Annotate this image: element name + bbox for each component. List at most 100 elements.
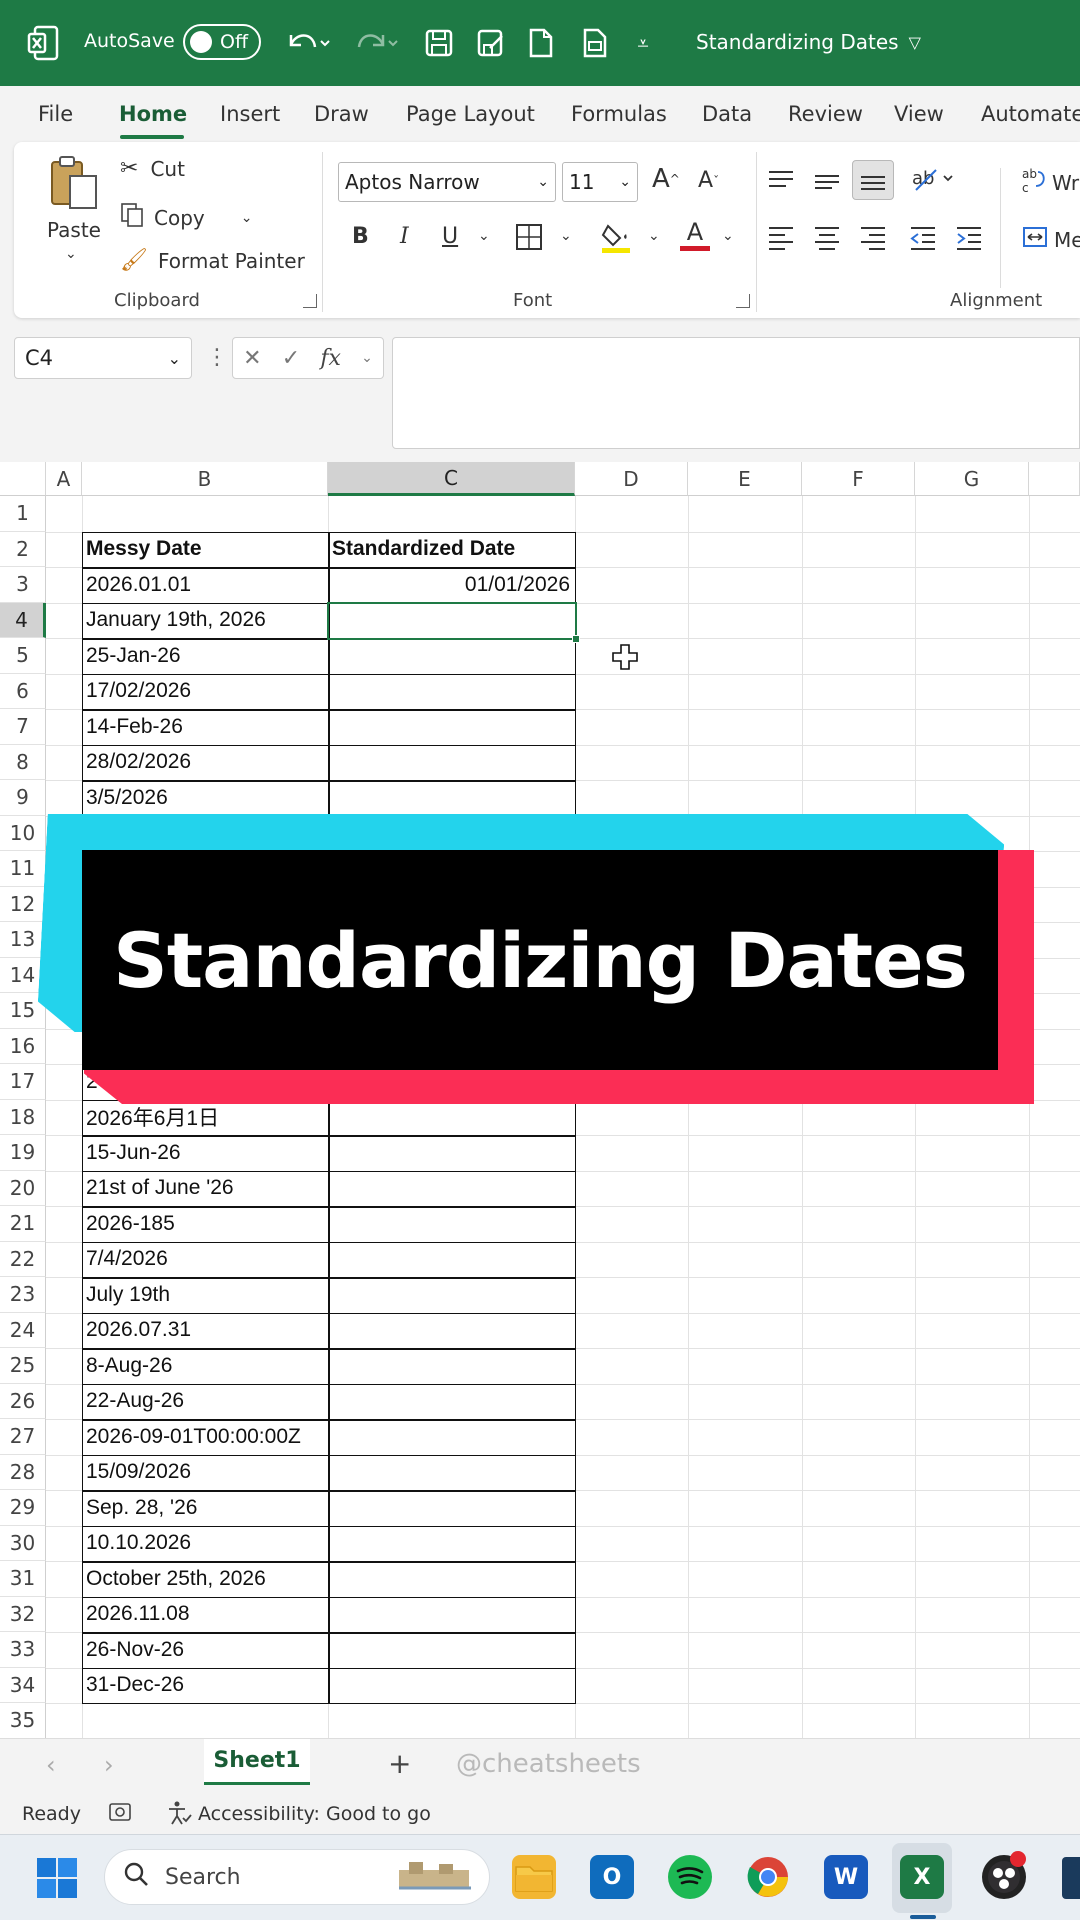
column-header-partial[interactable]	[1029, 462, 1080, 496]
align-center-icon[interactable]	[812, 224, 842, 252]
bold-button[interactable]: B	[352, 224, 369, 249]
italic-button[interactable]: I	[400, 224, 409, 249]
tab-view[interactable]: View	[894, 102, 944, 126]
tab-draw[interactable]: Draw	[314, 102, 369, 126]
column-header-b[interactable]: B	[82, 462, 328, 496]
redo-button[interactable]	[352, 24, 400, 62]
cancel-icon[interactable]: ✕	[243, 346, 261, 371]
taskbar-search[interactable]: Search	[104, 1849, 490, 1905]
row-header-30[interactable]: 30	[0, 1525, 46, 1561]
borders-dropdown-icon[interactable]: ⌄	[560, 228, 572, 244]
font-size-select[interactable]: 11 ⌄	[562, 162, 638, 202]
row-header-29[interactable]: 29	[0, 1490, 46, 1526]
decrease-indent-icon[interactable]	[908, 224, 938, 252]
row-header-3[interactable]: 3	[0, 567, 46, 603]
sheet-tab-sheet1[interactable]: Sheet1	[204, 1739, 310, 1785]
tab-insert[interactable]: Insert	[220, 102, 280, 126]
merge-button[interactable]: Me	[1022, 224, 1080, 255]
fill-color-icon[interactable]	[600, 220, 632, 254]
column-header-c[interactable]: C	[328, 462, 575, 496]
scroll-left-icon[interactable]: ‹	[46, 1751, 56, 1779]
file-explorer-icon[interactable]	[512, 1855, 556, 1899]
copy-dropdown-icon[interactable]: ⌄	[241, 210, 253, 226]
row-header-17[interactable]: 17	[0, 1064, 46, 1100]
undo-button[interactable]	[284, 24, 332, 62]
row-header-28[interactable]: 28	[0, 1454, 46, 1490]
borders-icon[interactable]	[514, 222, 544, 252]
increase-indent-icon[interactable]	[954, 224, 984, 252]
row-header-8[interactable]: 8	[0, 744, 46, 780]
format-painter-button[interactable]: 🖌 Format Painter	[120, 248, 305, 273]
row-header-2[interactable]: 2	[0, 531, 46, 567]
row-header-1[interactable]: 1	[0, 496, 46, 532]
row-header-6[interactable]: 6	[0, 673, 46, 709]
row-header-9[interactable]: 9	[0, 780, 46, 816]
row-header-11[interactable]: 11	[0, 851, 46, 887]
row-header-18[interactable]: 18	[0, 1099, 46, 1135]
fill-color-dropdown-icon[interactable]: ⌄	[648, 228, 660, 244]
word-icon[interactable]: W	[824, 1855, 868, 1899]
cut-button[interactable]: ✂ Cut	[120, 156, 185, 181]
spotify-icon[interactable]	[668, 1855, 712, 1899]
formula-input[interactable]	[392, 337, 1080, 449]
row-header-32[interactable]: 32	[0, 1596, 46, 1632]
customize-toolbar-icon[interactable]: ⩡	[632, 28, 654, 58]
paste-button[interactable]: Paste	[47, 218, 101, 242]
windows-start-icon[interactable]	[36, 1857, 78, 1903]
autosave-toggle[interactable]: Off	[183, 24, 261, 60]
tab-formulas[interactable]: Formulas	[571, 102, 667, 126]
macro-record-icon[interactable]	[108, 1801, 134, 1830]
row-header-19[interactable]: 19	[0, 1135, 46, 1171]
align-right-icon[interactable]	[858, 224, 888, 252]
row-header-16[interactable]: 16	[0, 1028, 46, 1064]
wrap-text-button[interactable]: ab c Wr	[1022, 166, 1079, 199]
chrome-icon[interactable]	[746, 1855, 790, 1899]
tab-data[interactable]: Data	[702, 102, 752, 126]
chevron-down-icon[interactable]: ⌄	[361, 350, 373, 366]
row-header-13[interactable]: 13	[0, 922, 46, 958]
column-header-g[interactable]: G	[915, 462, 1029, 496]
align-left-icon[interactable]	[766, 224, 796, 252]
row-header-23[interactable]: 23	[0, 1277, 46, 1313]
chevron-down-icon[interactable]: ⌄	[168, 349, 181, 368]
new-file-icon[interactable]	[526, 26, 556, 60]
row-header-5[interactable]: 5	[0, 638, 46, 674]
orientation-icon[interactable]: ab	[910, 162, 954, 194]
row-header-7[interactable]: 7	[0, 709, 46, 745]
add-sheet-button[interactable]: +	[388, 1747, 411, 1780]
accessibility-icon[interactable]	[166, 1800, 192, 1831]
enter-icon[interactable]: ✓	[282, 346, 300, 371]
save-as-icon[interactable]	[474, 26, 508, 60]
column-header-f[interactable]: F	[802, 462, 915, 496]
row-header-21[interactable]: 21	[0, 1206, 46, 1242]
tab-review[interactable]: Review	[788, 102, 863, 126]
underline-dropdown-icon[interactable]: ⌄	[478, 228, 490, 244]
select-all-corner[interactable]	[0, 462, 46, 496]
align-middle-icon[interactable]	[812, 168, 842, 194]
scroll-right-icon[interactable]: ›	[104, 1751, 114, 1779]
print-preview-icon[interactable]	[578, 26, 612, 60]
insert-function-button[interactable]: fx	[320, 346, 341, 371]
font-launcher-icon[interactable]	[736, 294, 750, 308]
row-header-33[interactable]: 33	[0, 1632, 46, 1668]
column-header-a[interactable]: A	[46, 462, 82, 496]
align-top-icon[interactable]	[766, 168, 796, 194]
row-header-24[interactable]: 24	[0, 1312, 46, 1348]
row-header-27[interactable]: 27	[0, 1419, 46, 1455]
column-header-e[interactable]: E	[688, 462, 802, 496]
active-cell-c4[interactable]	[327, 601, 577, 640]
tab-home[interactable]: Home	[119, 102, 187, 126]
row-header-35[interactable]: 35	[0, 1703, 46, 1739]
row-header-22[interactable]: 22	[0, 1241, 46, 1277]
clipboard-launcher-icon[interactable]	[303, 294, 317, 308]
outlook-icon[interactable]: O	[590, 1855, 634, 1899]
row-header-10[interactable]: 10	[0, 815, 46, 851]
column-header-d[interactable]: D	[575, 462, 688, 496]
row-header-26[interactable]: 26	[0, 1383, 46, 1419]
taskbar-app-icon-partial[interactable]	[1062, 1857, 1080, 1899]
more-options-icon[interactable]: ⋮	[206, 345, 228, 370]
align-bottom-icon[interactable]	[852, 160, 894, 200]
row-header-4[interactable]: 4	[0, 602, 46, 638]
tab-file[interactable]: File	[38, 102, 73, 126]
row-header-31[interactable]: 31	[0, 1561, 46, 1597]
